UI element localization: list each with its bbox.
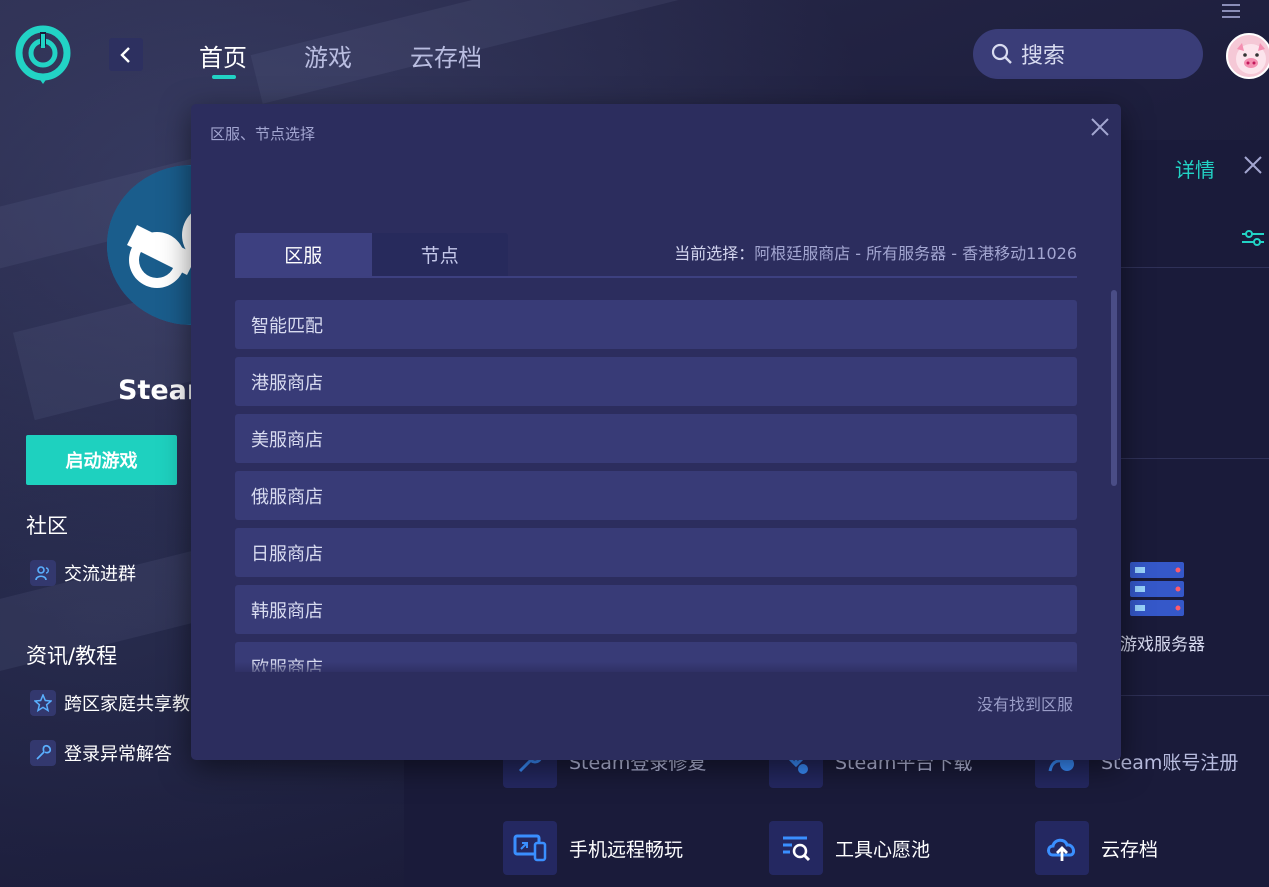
scrollbar[interactable] — [1111, 290, 1117, 486]
search-list-icon — [769, 821, 823, 875]
tab-divider — [235, 276, 1077, 278]
cloud-upload-icon — [1035, 821, 1089, 875]
community-link-group[interactable]: 交流进群 — [30, 560, 136, 586]
list-item[interactable]: 韩服商店 — [235, 585, 1077, 634]
news-link-label: 登录异常解答 — [64, 744, 172, 765]
game-server-label: 游戏服务器 — [1120, 635, 1205, 655]
tab-region[interactable]: 区服 — [235, 233, 372, 276]
star-icon — [30, 690, 56, 716]
news-link-login-help[interactable]: 登录异常解答 — [30, 740, 172, 766]
modal-tabs: 区服 节点 — [235, 233, 508, 276]
current-selection-value: 阿根廷服商店 - 所有服务器 - 香港移动11026 — [754, 244, 1077, 263]
tool-cloud-save[interactable]: 云存档 — [1035, 821, 1158, 875]
tool-label: 云存档 — [1101, 838, 1159, 861]
app-logo-icon — [15, 25, 71, 84]
tab-home[interactable]: 首页 — [199, 38, 247, 73]
remote-play-icon — [503, 821, 557, 875]
server-icon[interactable] — [1128, 560, 1186, 618]
news-link-family-share[interactable]: 跨区家庭共享教 — [30, 690, 190, 716]
chevron-left-icon — [120, 46, 130, 63]
search-input[interactable]: 搜索 — [973, 29, 1203, 79]
region-node-modal: 区服、节点选择 区服 节点 当前选择：阿根廷服商店 - 所有服务器 - 香港移动… — [191, 104, 1121, 760]
region-list: 智能匹配 港服商店 美服商店 俄服商店 日服商店 韩服商店 欧服商店 — [235, 300, 1077, 672]
list-item[interactable]: 美服商店 — [235, 414, 1077, 463]
search-placeholder: 搜索 — [1021, 44, 1066, 69]
wrench-icon — [30, 740, 56, 766]
tool-label: 工具心愿池 — [835, 838, 931, 861]
menu-icon[interactable] — [1222, 2, 1240, 18]
close-icon[interactable] — [1242, 154, 1264, 176]
region-not-found-link[interactable]: 没有找到区服 — [977, 691, 1073, 715]
list-item[interactable]: 港服商店 — [235, 357, 1077, 406]
tab-games[interactable]: 游戏 — [304, 38, 352, 73]
users-icon — [30, 560, 56, 586]
tab-cloud-save[interactable]: 云存档 — [410, 38, 482, 73]
tab-active-indicator — [212, 75, 236, 79]
modal-title: 区服、节点选择 — [210, 125, 316, 143]
tool-label: 手机远程畅玩 — [569, 838, 684, 861]
list-fade — [235, 662, 1077, 676]
launch-game-button[interactable]: 启动游戏 — [26, 435, 177, 485]
tool-mobile-remote-play[interactable]: 手机远程畅玩 — [503, 821, 683, 875]
filter-icon[interactable] — [1240, 228, 1266, 252]
pig-avatar-icon — [1236, 43, 1266, 74]
tab-node[interactable]: 节点 — [371, 233, 508, 276]
current-selection-label: 当前选择： — [674, 244, 755, 263]
news-link-label: 跨区家庭共享教 — [64, 694, 190, 715]
tool-wish-pool[interactable]: 工具心愿池 — [769, 821, 930, 875]
back-button[interactable] — [109, 38, 143, 71]
tool-label: Steam账号注册 — [1101, 751, 1239, 774]
avatar[interactable] — [1226, 33, 1269, 79]
details-link[interactable]: 详情 — [1175, 154, 1215, 183]
community-heading: 社区 — [26, 514, 68, 538]
list-item[interactable]: 日服商店 — [235, 528, 1077, 577]
close-icon[interactable] — [1089, 116, 1111, 138]
current-selection: 当前选择：阿根廷服商店 - 所有服务器 - 香港移动11026 — [674, 240, 1077, 264]
search-icon — [991, 43, 1012, 64]
list-item[interactable]: 智能匹配 — [235, 300, 1077, 349]
list-item[interactable]: 俄服商店 — [235, 471, 1077, 520]
news-heading: 资讯/教程 — [26, 644, 118, 668]
community-link-label: 交流进群 — [64, 564, 136, 585]
